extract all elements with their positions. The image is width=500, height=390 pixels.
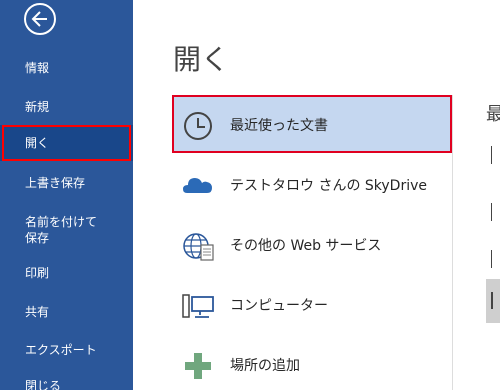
nav-item-label: 印刷 <box>25 266 50 280</box>
place-other-web-services[interactable]: その他の Web サービス <box>173 217 453 273</box>
nav-highlight-box <box>2 125 131 161</box>
place-label: その他の Web サービス <box>230 238 382 254</box>
place-highlight-box <box>172 95 452 153</box>
place-computer[interactable]: コンピューター <box>173 277 453 333</box>
recent-item-selected[interactable] <box>486 279 500 323</box>
nav-item-print[interactable]: 印刷 <box>0 255 133 291</box>
nav-item-label: 名前を付けて 保存 <box>25 215 98 245</box>
recent-documents-heading: 最 <box>486 104 500 125</box>
place-add-location[interactable]: 場所の追加 <box>173 337 453 390</box>
computer-icon <box>182 294 214 318</box>
nav-item-label: エクスポート <box>25 343 97 357</box>
recent-item[interactable] <box>491 203 500 221</box>
nav-item-label: 新規 <box>25 100 50 114</box>
backstage-nav: 情報 新規 開く 上書き保存 名前を付けて 保存 印刷 共有 エクスポート 閉じ… <box>0 0 133 390</box>
page-title: 開く <box>173 43 230 76</box>
place-skydrive[interactable]: テストタロウ さんの SkyDrive <box>173 157 453 213</box>
place-label: テストタロウ さんの SkyDrive <box>230 178 428 194</box>
nav-item-label: 情報 <box>25 61 50 75</box>
nav-item-share[interactable]: 共有 <box>0 294 133 330</box>
globe-icon <box>183 233 214 261</box>
nav-item-new[interactable]: 新規 <box>0 89 133 125</box>
nav-item-info[interactable]: 情報 <box>0 50 133 86</box>
recent-item[interactable] <box>491 146 500 164</box>
nav-item-label: 閉じる <box>25 379 62 390</box>
nav-item-label: 共有 <box>25 305 50 319</box>
cloud-icon <box>183 178 212 193</box>
nav-item-save-as[interactable]: 名前を付けて 保存 <box>0 210 133 250</box>
nav-item-label: 上書き保存 <box>25 176 86 190</box>
nav-item-export[interactable]: エクスポート <box>0 332 133 368</box>
arrow-left-icon <box>31 11 47 27</box>
column-divider <box>452 95 453 390</box>
back-button[interactable] <box>24 3 56 35</box>
recent-item[interactable] <box>491 250 500 268</box>
nav-item-close[interactable]: 閉じる <box>0 368 133 390</box>
place-label: コンピューター <box>230 298 328 314</box>
open-panel: 開く 最近使った文書 テストタロウ さんの SkyDrive その他の Web … <box>133 0 500 390</box>
place-label: 場所の追加 <box>230 358 300 374</box>
plus-icon <box>185 353 211 379</box>
nav-item-save[interactable]: 上書き保存 <box>0 165 133 201</box>
